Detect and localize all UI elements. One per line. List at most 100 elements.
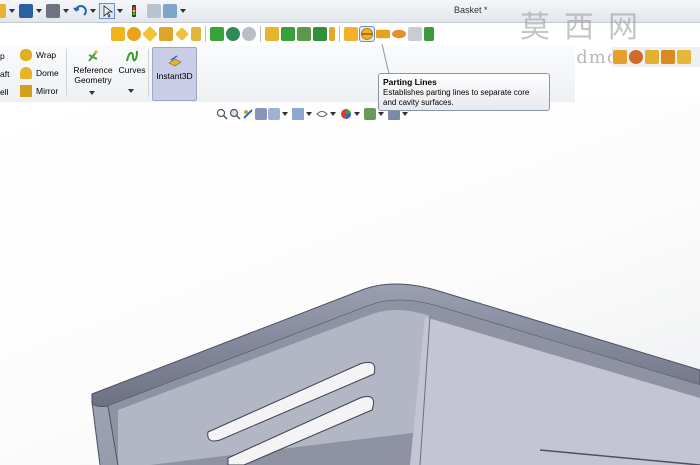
curves-icon: [126, 50, 138, 62]
tooltip-description: Establishes parting lines to separate co…: [383, 88, 545, 108]
core-cavity-icon[interactable]: [424, 27, 434, 41]
ribbon-item-label: ell: [0, 87, 9, 97]
separator: [260, 26, 261, 42]
ribbon-item-label: aft: [0, 69, 10, 79]
ribbon-item-partial-2[interactable]: aft: [0, 69, 9, 79]
undercut-analysis-icon[interactable]: [127, 27, 141, 41]
dome-label: Dome: [36, 68, 59, 78]
save-icon[interactable]: [19, 4, 33, 18]
interlock-surface-icon[interactable]: [175, 27, 189, 41]
graphics-area[interactable]: [0, 102, 700, 465]
parting-line-analysis-icon[interactable]: [142, 26, 158, 42]
ribbon-item-label: p: [0, 51, 5, 61]
tool-icon[interactable]: [629, 50, 643, 64]
file-properties-icon[interactable]: [147, 4, 161, 18]
print-icon[interactable]: [46, 4, 60, 18]
reference-geometry-label: Reference Geometry: [70, 65, 116, 85]
zoom-to-fit-icon[interactable]: [216, 108, 228, 120]
core-icon[interactable]: [242, 27, 256, 41]
ribbon-item-partial-1[interactable]: p: [0, 51, 5, 61]
shut-off-surfaces-icon[interactable]: [191, 27, 201, 41]
mirror-label: Mirror: [36, 86, 59, 96]
chevron-down-icon[interactable]: [354, 112, 360, 116]
options-icon[interactable]: [163, 4, 177, 18]
ribbon-item-partial-3[interactable]: ell: [0, 87, 9, 97]
quick-access-toolbar: [0, 3, 190, 19]
tool-icon[interactable]: [677, 50, 691, 64]
parting-surfaces-icon[interactable]: [210, 27, 224, 41]
mirror-icon: [20, 85, 32, 97]
tooltip-title: Parting Lines: [383, 77, 437, 87]
ribbon-separator: [66, 49, 67, 97]
hide-show-items-icon[interactable]: [316, 108, 328, 120]
chevron-down-icon[interactable]: [306, 112, 312, 116]
reference-geometry-button[interactable]: Reference Geometry: [70, 49, 116, 97]
dome-button[interactable]: Dome: [20, 67, 59, 79]
chevron-down-icon[interactable]: [117, 9, 123, 13]
tool-icon[interactable]: [613, 50, 627, 64]
curves-label: Curves: [118, 65, 146, 75]
edit-appearance-icon[interactable]: [340, 108, 352, 120]
chevron-down-icon[interactable]: [63, 9, 69, 13]
mold-tools-toolbar: [110, 23, 470, 45]
instant3d-button[interactable]: Instant3D: [152, 47, 197, 101]
display-style-icon[interactable]: [292, 108, 304, 120]
chevron-down-icon[interactable]: [282, 112, 288, 116]
radiate-surface-icon[interactable]: [329, 27, 335, 41]
ribbon-separator: [148, 49, 149, 97]
tool-icon[interactable]: [661, 50, 675, 64]
curves-button[interactable]: Curves: [118, 49, 146, 95]
shut-off-icon[interactable]: [359, 26, 375, 42]
draft-analysis-icon[interactable]: [111, 27, 125, 41]
reference-geometry-line2: Geometry: [74, 75, 112, 85]
insert-mold-folders-icon[interactable]: [408, 27, 422, 41]
previous-view-icon[interactable]: [242, 108, 254, 120]
ruled-surface-icon[interactable]: [226, 27, 240, 41]
wrap-button[interactable]: Wrap: [20, 49, 56, 61]
chevron-down-icon[interactable]: [402, 112, 408, 116]
view-orientation-icon[interactable]: [268, 108, 280, 120]
reference-geometry-line1: Reference: [73, 65, 113, 75]
rebuild-icon[interactable]: [127, 4, 141, 18]
right-toolbar: [612, 47, 700, 67]
parting-lines-icon[interactable]: [344, 27, 358, 41]
chevron-down-icon[interactable]: [378, 112, 384, 116]
apply-scene-icon[interactable]: [364, 108, 376, 120]
watermark-logo: 莫西网: [520, 10, 652, 45]
basket-model: [91, 283, 700, 465]
reference-geometry-icon: [88, 50, 98, 62]
tooling-split-icon[interactable]: [265, 27, 279, 41]
chevron-down-icon[interactable]: [90, 9, 96, 13]
wrap-label: Wrap: [36, 50, 57, 60]
delete-face-icon[interactable]: [313, 27, 327, 41]
parting-lines-tooltip: Parting Lines Establishes parting lines …: [378, 73, 550, 111]
document-title: Basket *: [454, 5, 488, 15]
zoom-to-area-icon[interactable]: [229, 108, 241, 120]
new-icon[interactable]: [0, 4, 6, 18]
move-face-icon[interactable]: [392, 29, 406, 39]
tool-icon[interactable]: [645, 50, 659, 64]
tooltip-description-line2: and cavity surfaces.: [383, 98, 454, 107]
scale-icon[interactable]: [159, 27, 173, 41]
chevron-down-icon[interactable]: [180, 9, 186, 13]
offset-surface-icon[interactable]: [281, 27, 295, 41]
mirror-button[interactable]: Mirror: [20, 85, 58, 97]
chevron-down-icon[interactable]: [36, 9, 42, 13]
tooltip-pointer: [381, 44, 390, 74]
split-line-icon[interactable]: [376, 29, 390, 39]
chevron-down-icon[interactable]: [127, 89, 134, 93]
section-view-icon[interactable]: [255, 108, 267, 120]
separator: [205, 26, 206, 42]
select-icon[interactable]: [99, 3, 115, 19]
wrap-icon: [20, 49, 32, 61]
chevron-down-icon[interactable]: [330, 112, 336, 116]
chevron-down-icon[interactable]: [88, 91, 95, 95]
undo-icon[interactable]: [73, 4, 87, 18]
instant3d-icon: [168, 55, 182, 67]
tooltip-description-line1: Establishes parting lines to separate co…: [383, 88, 530, 97]
separator: [339, 26, 340, 42]
knit-surface-icon[interactable]: [297, 27, 311, 41]
dome-icon: [20, 67, 32, 79]
instant3d-label: Instant3D: [156, 71, 193, 81]
chevron-down-icon[interactable]: [9, 9, 15, 13]
